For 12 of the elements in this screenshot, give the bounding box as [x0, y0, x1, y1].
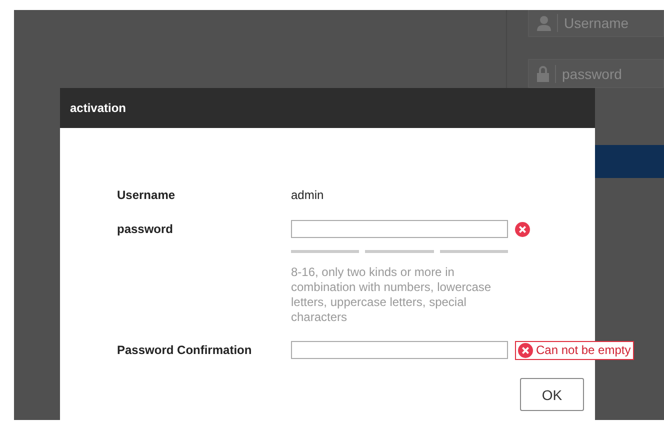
field-label: Password Confirmation	[117, 342, 253, 359]
password-field[interactable]	[291, 220, 508, 238]
field-label: password	[117, 221, 174, 238]
dialog-title: activation	[60, 88, 595, 128]
confirmation-field[interactable]	[291, 341, 508, 359]
user-icon	[537, 15, 551, 31]
password-hint: 8-16, only two kinds or more in combination with numbers, lowercase letters, uppercase letters, special characters	[291, 265, 492, 325]
field-label: Username	[117, 187, 176, 204]
ok-button[interactable]: OK	[520, 378, 584, 411]
username-value: admin	[291, 187, 325, 204]
lock-icon	[537, 66, 549, 82]
error-text: Can not be empty	[536, 343, 631, 357]
